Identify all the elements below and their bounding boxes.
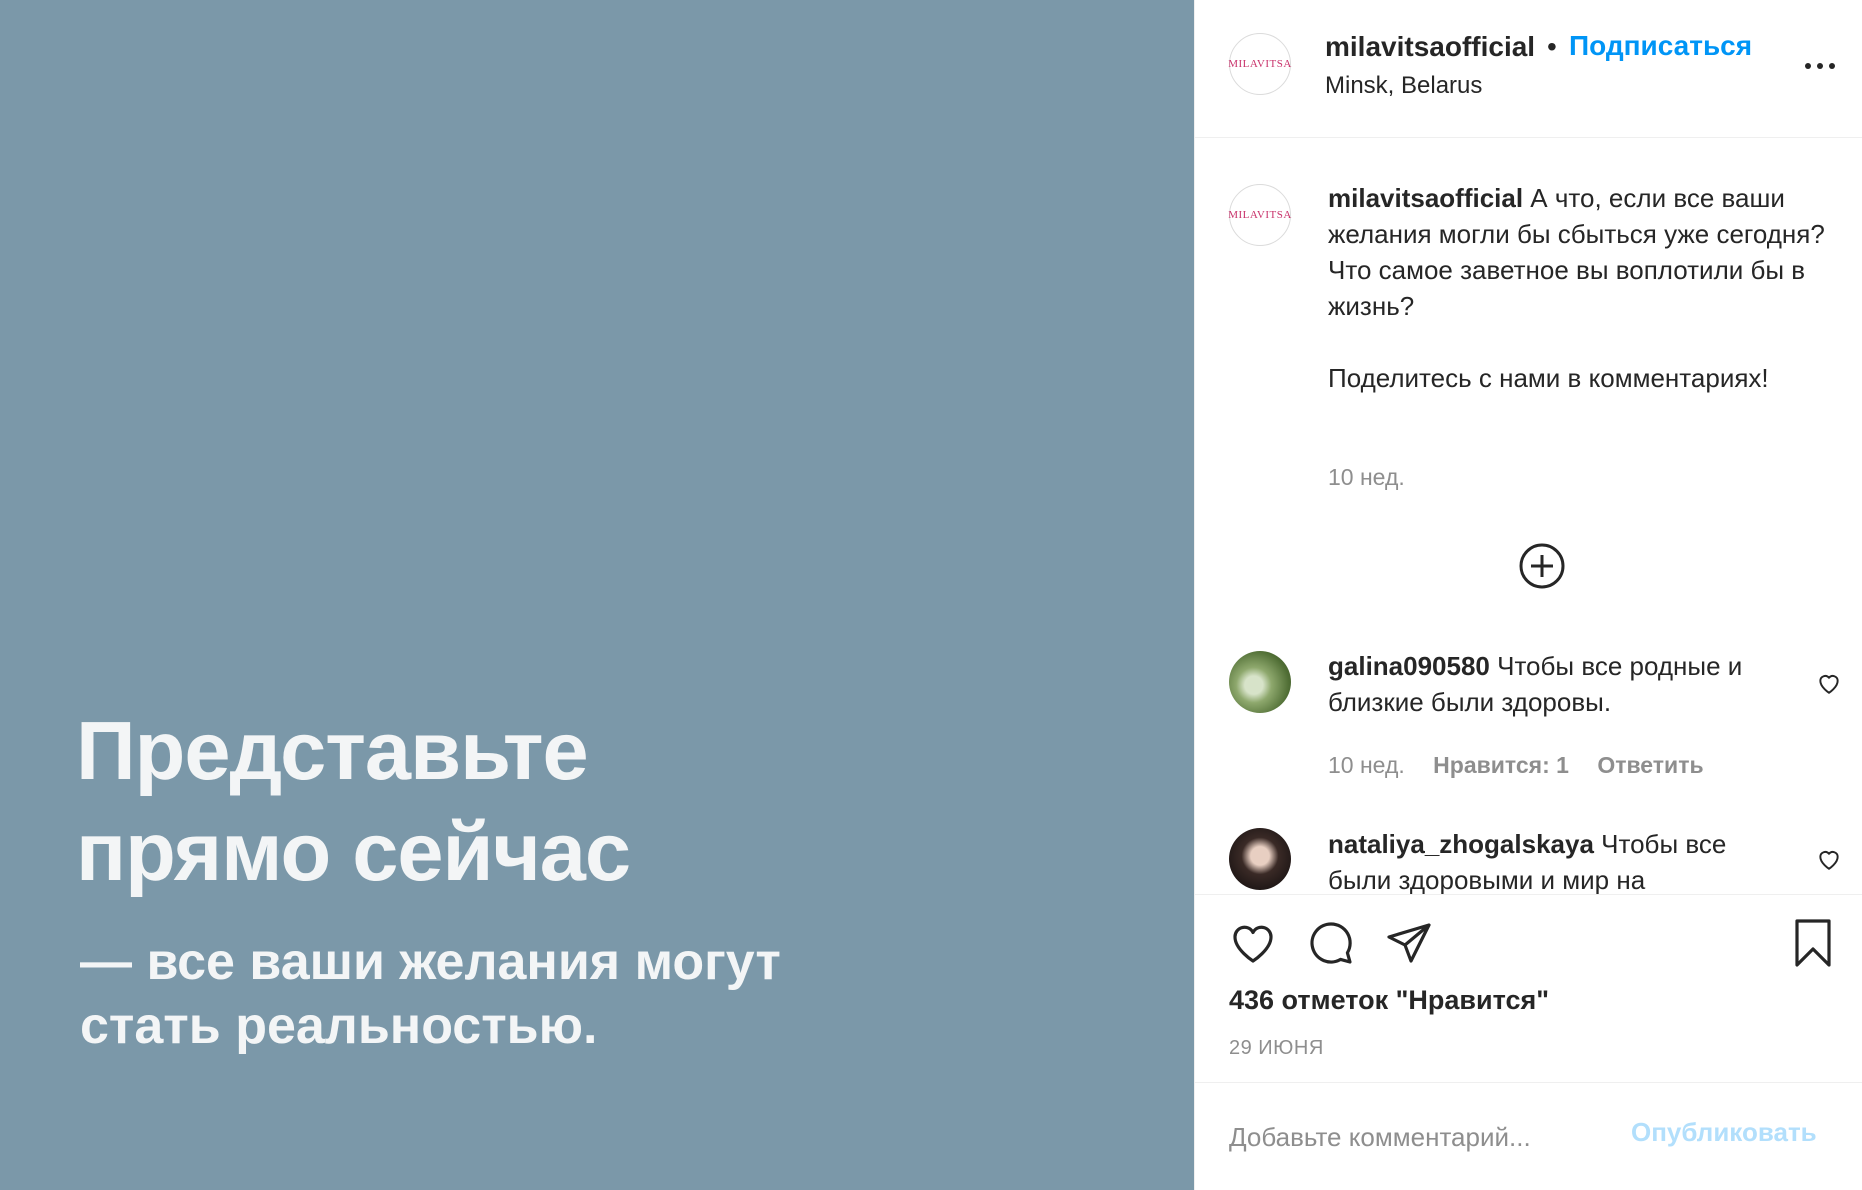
caption-avatar-logo-text: MILAVITSA — [1228, 209, 1292, 221]
comment-input[interactable] — [1229, 1113, 1609, 1161]
bookmark-icon[interactable] — [1787, 917, 1839, 969]
comment-reply-button[interactable]: Ответить — [1597, 752, 1703, 778]
share-icon[interactable] — [1383, 917, 1435, 969]
header-separator: • — [1547, 31, 1557, 62]
commenter-avatar[interactable] — [1229, 651, 1291, 713]
caption-body: А что, если все ваши желания могли бы сб… — [1328, 183, 1825, 393]
comment-username[interactable]: nataliya_zhogalskaya — [1328, 829, 1594, 859]
caption-time[interactable]: 10 нед. — [1328, 464, 1405, 491]
likes-count[interactable]: 436 отметок "Нравится" — [1229, 985, 1549, 1016]
comment-text: nataliya_zhogalskaya Чтобы все были здор… — [1328, 826, 1788, 894]
post-date[interactable]: 29 ИЮНЯ — [1229, 1037, 1324, 1060]
headline-line-1: Представьте — [76, 704, 589, 797]
add-comment-bar: Опубликовать — [1195, 1082, 1862, 1190]
comment-text: galina090580 Чтобы все родные и близкие … — [1328, 648, 1788, 720]
subline-line-2: стать реальностью. — [80, 997, 598, 1055]
avatar-logo-text: MILAVITSA — [1228, 58, 1292, 70]
subline-line-1: — все ваши желания могут — [80, 933, 781, 991]
comment-username[interactable]: galina090580 — [1328, 651, 1490, 681]
header-location[interactable]: Minsk, Belarus — [1325, 72, 1482, 100]
heart-icon[interactable] — [1227, 917, 1279, 969]
comment-like-heart-icon[interactable] — [1816, 670, 1842, 696]
caption-avatar[interactable]: MILAVITSA — [1228, 184, 1292, 246]
commenter-avatar[interactable] — [1229, 828, 1291, 890]
comment-meta: 10 нед. Нравится: 1 Ответить — [1328, 752, 1726, 779]
more-options-icon[interactable] — [1801, 50, 1841, 80]
header-username[interactable]: milavitsaofficial — [1325, 31, 1535, 63]
comment-time[interactable]: 10 нед. — [1328, 752, 1405, 778]
comment-icon[interactable] — [1305, 917, 1357, 969]
headline-line-2: прямо сейчас — [76, 805, 631, 898]
post-image[interactable]: Представьте прямо сейчас — все ваши желан… — [0, 0, 1194, 1190]
post-subline: — все ваши желания могут стать реальность… — [80, 930, 1080, 1058]
publish-button[interactable]: Опубликовать — [1631, 1117, 1817, 1148]
post-side-panel: MILAVITSA milavitsaofficial • Подписатьс… — [1194, 0, 1862, 1190]
post-actions: 436 отметок "Нравится" 29 ИЮНЯ — [1195, 894, 1862, 1082]
profile-avatar[interactable]: MILAVITSA — [1228, 33, 1292, 95]
post-headline: Представьте прямо сейчас — [76, 700, 1076, 902]
post-header: MILAVITSA milavitsaofficial • Подписатьс… — [1195, 0, 1862, 138]
follow-button[interactable]: Подписаться — [1569, 30, 1752, 62]
caption-text: milavitsaofficial А что, если все ваши ж… — [1328, 180, 1838, 396]
comment-likes[interactable]: Нравится: 1 — [1433, 752, 1569, 778]
comment-like-heart-icon[interactable] — [1816, 846, 1842, 872]
caption-username[interactable]: milavitsaofficial — [1328, 183, 1523, 213]
plus-circle-icon[interactable] — [1519, 543, 1565, 589]
comments-area[interactable]: MILAVITSA milavitsaofficial А что, если … — [1195, 138, 1862, 894]
